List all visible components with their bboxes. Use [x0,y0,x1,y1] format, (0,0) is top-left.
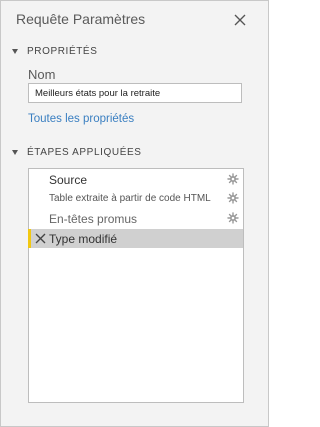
applied-steps-section-header[interactable]: ÉTAPES APPLIQUÉES [12,147,142,158]
step-source[interactable]: Source [29,170,243,189]
name-label: Nom [28,67,56,82]
all-properties-link[interactable]: Toutes les propriétés [28,113,134,125]
query-settings-pane: Requête Paramètres PROPRIÉTÉS Nom Toutes… [0,0,269,427]
query-name-input[interactable] [28,83,242,103]
collapse-triangle-icon [12,49,18,54]
gear-icon[interactable] [227,192,239,204]
gear-icon[interactable] [227,173,239,185]
delete-x-icon[interactable] [35,233,46,244]
close-icon [234,14,246,26]
gear-icon[interactable] [227,212,239,224]
collapse-triangle-icon [12,150,18,155]
step-extracted-html-table[interactable]: Table extraite à partir de code HTML [29,189,243,208]
applied-steps-list: Source Table extraite à partir de code H… [28,168,244,403]
step-label: En-têtes promus [49,211,138,226]
properties-header-label: PROPRIÉTÉS [27,46,98,57]
step-label: Type modifié [49,231,118,246]
step-changed-type[interactable]: Type modifié [28,229,243,248]
applied-steps-header-label: ÉTAPES APPLIQUÉES [27,147,142,158]
step-promoted-headers[interactable]: En-têtes promus [29,209,243,228]
step-label: Table extraite à partir de code HTML [49,193,211,204]
step-label: Source [49,172,88,187]
properties-section-header[interactable]: PROPRIÉTÉS [12,46,97,57]
close-button[interactable] [230,10,250,30]
pane-title: Requête Paramètres [16,11,146,27]
